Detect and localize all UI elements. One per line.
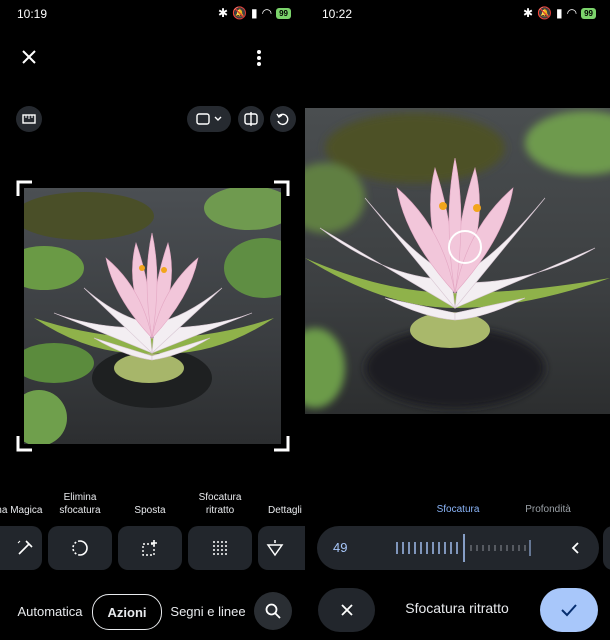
- mute-icon: 🔕: [537, 6, 552, 20]
- bluetooth-icon: ✱: [217, 6, 229, 20]
- rotate-icon: [276, 113, 289, 126]
- mute-icon: 🔕: [232, 6, 247, 20]
- slider-ticks: [396, 534, 531, 562]
- portrait-blur-screen: 10:22 ✱ 🔕 ▮ ◠ 99 Sfocatura Profondità 49…: [305, 0, 610, 640]
- status-icons: ✱ 🔕 ▮ ◠ 99: [218, 6, 291, 20]
- mode-tab-blur[interactable]: Sfocatura: [425, 504, 491, 515]
- details-button[interactable]: [258, 526, 305, 570]
- confirm-button[interactable]: [540, 588, 598, 632]
- move-icon: [142, 540, 157, 556]
- status-bar: 10:22 ✱ 🔕 ▮ ◠ 99: [305, 0, 610, 28]
- more-options-icon[interactable]: [253, 48, 265, 68]
- chevron-down-icon: [214, 116, 222, 121]
- bluetooth-icon: ✱: [522, 6, 534, 20]
- blur-slider[interactable]: 49: [317, 526, 599, 570]
- cancel-button[interactable]: [318, 588, 375, 632]
- signal-icon: ▮: [556, 6, 563, 20]
- close-icon[interactable]: [20, 48, 38, 66]
- chevron-left-icon[interactable]: [571, 542, 581, 554]
- rotate-button[interactable]: [270, 106, 296, 132]
- flip-icon: [244, 112, 258, 126]
- tab-azioni[interactable]: Azioni: [92, 594, 162, 630]
- search-button[interactable]: [254, 592, 292, 630]
- status-icons: ✱ 🔕 ▮ ◠ 99: [523, 6, 596, 20]
- tool-label-portrait-blur: Sfocatura ritratto: [198, 492, 242, 516]
- status-bar: 10:19 ✱ 🔕 ▮ ◠ 99: [0, 0, 305, 28]
- crop-frame[interactable]: [16, 180, 290, 452]
- slider-value: 49: [333, 540, 348, 555]
- next-mode-peek[interactable]: [603, 526, 610, 570]
- details-icon: [266, 540, 284, 557]
- tab-segni-e-linee[interactable]: Segni e linee: [168, 594, 248, 628]
- portrait-blur-icon: [213, 541, 227, 555]
- crop-screen: 10:19 ✱ 🔕 ▮ ◠ 99 a Magica Elimina sfocat…: [0, 0, 305, 640]
- status-time: 10:19: [17, 7, 48, 21]
- tool-label-move: Sposta: [134, 505, 166, 516]
- portrait-blur-button[interactable]: [188, 526, 252, 570]
- ruler-button[interactable]: [16, 106, 42, 132]
- ruler-icon: [22, 114, 36, 124]
- tool-title: Sfocatura ritratto: [405, 600, 509, 616]
- wifi-icon: ◠: [566, 6, 578, 20]
- battery-badge: 99: [276, 7, 291, 19]
- focus-point-handle[interactable]: [448, 230, 482, 264]
- battery-badge: 99: [581, 7, 596, 19]
- flip-button[interactable]: [238, 106, 264, 132]
- move-button[interactable]: [118, 526, 182, 570]
- tool-label-magic-eraser: ma Magica: [0, 505, 43, 516]
- tool-label-details: Dettagli: [268, 505, 302, 516]
- unblur-button[interactable]: [48, 526, 112, 570]
- wifi-icon: ◠: [261, 6, 273, 20]
- search-icon: [265, 603, 281, 619]
- aspect-ratio-button[interactable]: [187, 106, 231, 132]
- magic-eraser-icon: [17, 540, 33, 555]
- close-icon: [340, 604, 353, 616]
- mode-tab-depth[interactable]: Profondità: [515, 504, 581, 515]
- status-time: 10:22: [322, 7, 353, 21]
- checkmark-icon: [561, 604, 577, 617]
- signal-icon: ▮: [251, 6, 258, 20]
- tool-label-unblur: Elimina sfocatura: [59, 492, 101, 516]
- aspect-ratio-icon: [196, 113, 210, 125]
- magic-eraser-button[interactable]: [0, 526, 42, 570]
- tab-automatica[interactable]: Automatica: [12, 594, 88, 628]
- unblur-icon: [72, 540, 88, 556]
